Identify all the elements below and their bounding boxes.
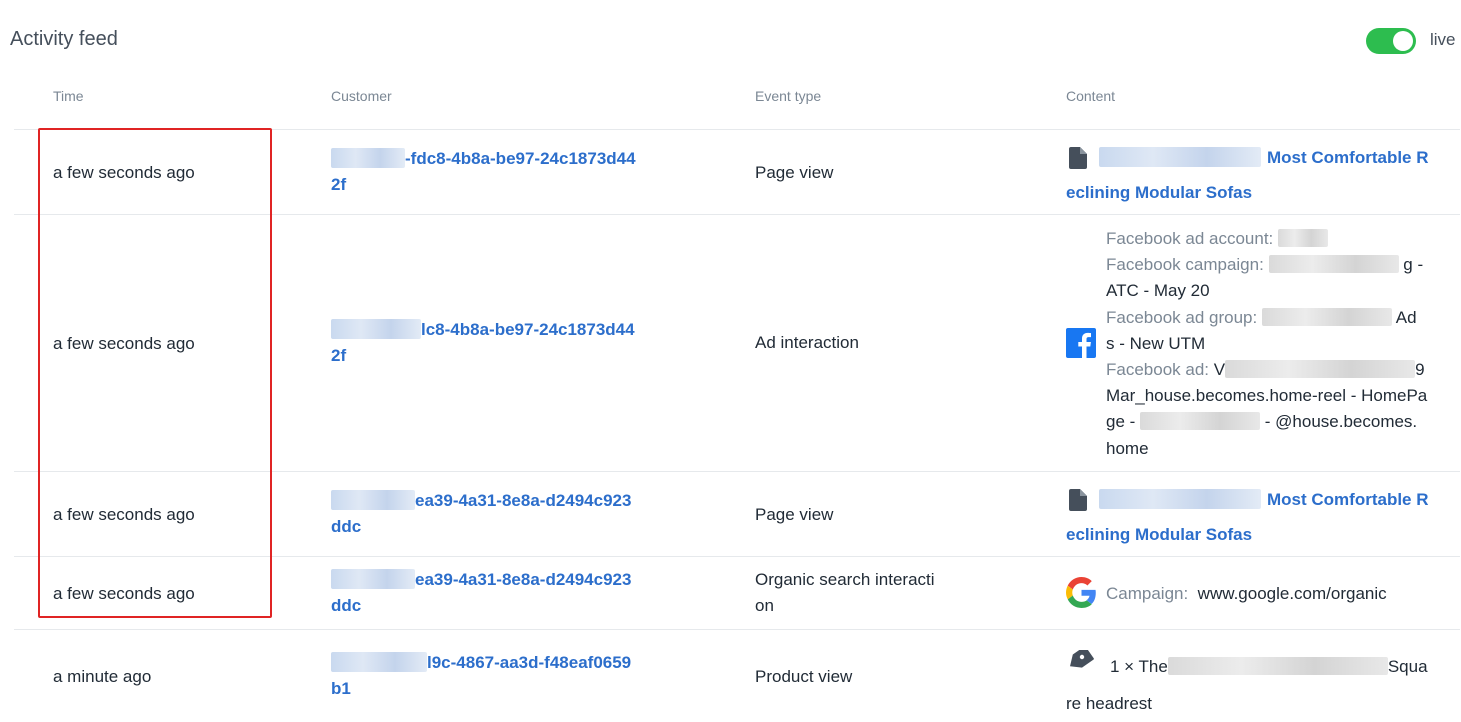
redacted-text (331, 319, 421, 339)
row-time: a minute ago (53, 667, 152, 686)
row-divider (14, 556, 1460, 557)
row-event-type: Organic search interacti on (755, 570, 935, 615)
customer-link[interactable]: -fdc8-4b8a-be97-24c1873d44 2f (331, 146, 661, 198)
redacted-text (1268, 255, 1399, 274)
row-divider (14, 629, 1460, 630)
row-event-type: Page view (755, 163, 834, 182)
row-event-type: Ad interaction (755, 333, 859, 352)
row-divider (14, 214, 1460, 215)
column-header-content[interactable]: Content (1066, 88, 1115, 104)
row-time: a few seconds ago (53, 505, 195, 524)
redacted-text (1099, 147, 1261, 167)
column-header-time[interactable]: Time (53, 88, 84, 104)
customer-link[interactable]: ea39-4a31-8e8a-d2494c923 ddc (331, 488, 661, 540)
row-time: a few seconds ago (53, 334, 195, 353)
redacted-text (1278, 229, 1329, 247)
row-time: a few seconds ago (53, 584, 195, 603)
customer-link[interactable]: lc8-4b8a-be97-24c1873d44 2f (331, 317, 661, 369)
redacted-text (1225, 360, 1416, 379)
row-divider (14, 129, 1460, 130)
row-time: a few seconds ago (53, 163, 195, 182)
facebook-ad-details: Facebook ad account: Facebook campaign: … (1106, 229, 1428, 458)
redacted-text (331, 490, 415, 510)
redacted-text (331, 148, 405, 168)
redacted-text (331, 569, 415, 589)
page-title-link[interactable]: Most Comfortable R eclining Modular Sofa… (1066, 482, 1438, 552)
redacted-text (1099, 489, 1261, 509)
customer-link[interactable]: ea39-4a31-8e8a-d2494c923 ddc (331, 567, 661, 619)
redacted-text (331, 652, 427, 672)
row-divider (14, 471, 1460, 472)
row-event-type: Page view (755, 505, 834, 524)
column-header-event-type[interactable]: Event type (755, 88, 821, 104)
page-title-link[interactable]: Most Comfortable R eclining Modular Sofa… (1066, 140, 1438, 210)
highlight-box (38, 128, 272, 618)
product-view-content: 1 × The Squa re headrest (1066, 657, 1428, 713)
customer-link[interactable]: l9c-4867-aa3d-f48eaf0659 b1 (331, 650, 661, 702)
facebook-icon (1066, 328, 1096, 358)
redacted-text (1140, 412, 1261, 431)
live-toggle[interactable] (1366, 28, 1416, 54)
redacted-text (1167, 657, 1388, 675)
redacted-text (1261, 307, 1392, 326)
google-icon (1066, 577, 1096, 608)
row-event-type: Product view (755, 667, 853, 686)
live-toggle-knob (1393, 31, 1413, 51)
live-label: live (1430, 30, 1456, 49)
column-header-customer[interactable]: Customer (331, 88, 392, 104)
organic-campaign: Campaign: www.google.com/organic (1106, 584, 1387, 603)
page-title: Activity feed (10, 28, 118, 50)
